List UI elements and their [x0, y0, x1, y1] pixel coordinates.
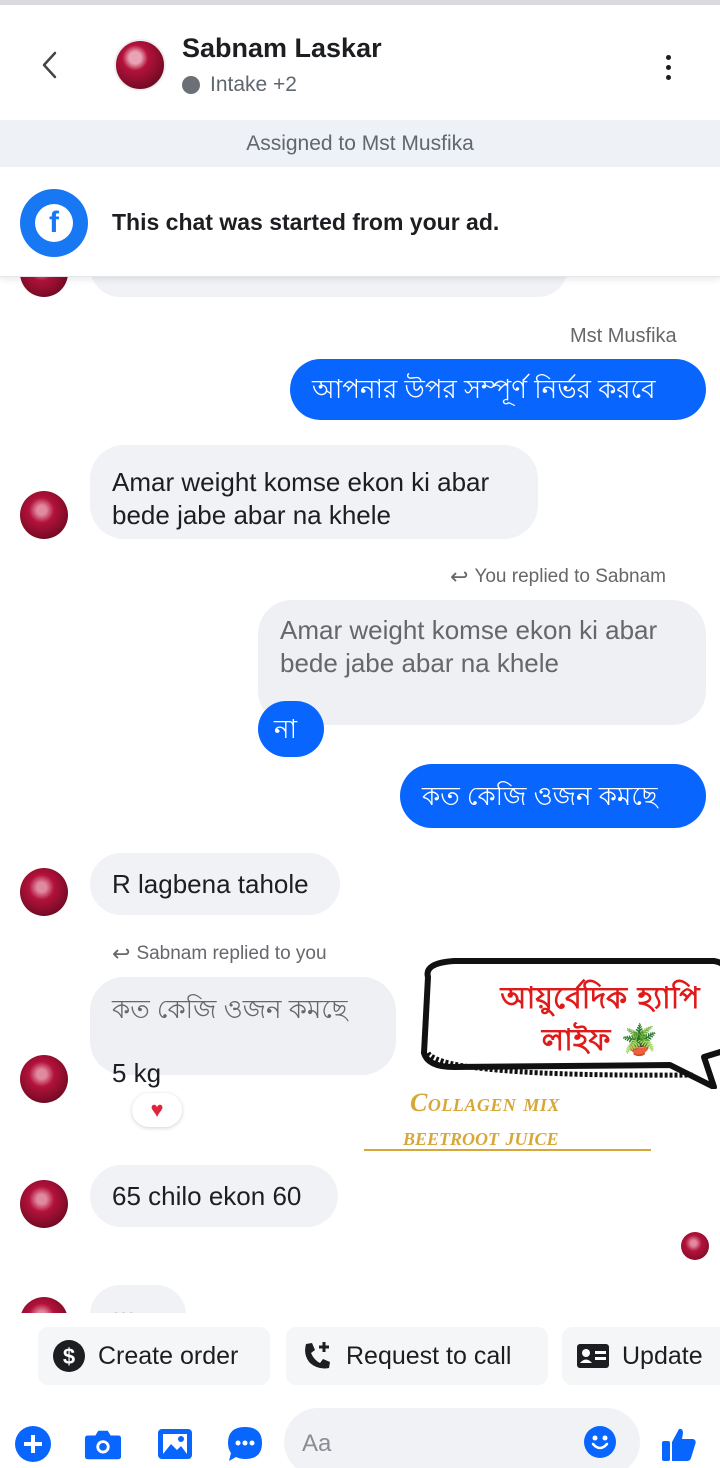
- message-list[interactable]: Mst Musfika আপনার উপর সম্পূর্ণ নির্ভর কর…: [0, 277, 720, 1313]
- message-text: 5 kg: [112, 1057, 162, 1088]
- message-bubble-incoming[interactable]: Amar weight komse ekon ki abar bede jabe…: [90, 445, 538, 539]
- create-order-label: Create order: [98, 1341, 239, 1370]
- message-text: 65 chilo ekon 60: [112, 1180, 302, 1211]
- message-bubble-incoming[interactable]: 65 chilo ekon 60: [90, 1165, 338, 1227]
- camera-button[interactable]: [84, 1425, 122, 1463]
- chevron-left-icon: [42, 51, 57, 79]
- message-composer: Aa: [0, 1393, 720, 1468]
- message-text: আপনার উপর সম্পূর্ণ নির্ভর করবে: [312, 374, 656, 404]
- request-call-button[interactable]: Request to call: [286, 1327, 548, 1385]
- emoji-icon[interactable]: [584, 1426, 616, 1458]
- message-text: না: [274, 713, 298, 744]
- reply-label: Sabnam replied to you: [136, 943, 327, 964]
- chat-bubble-icon: [228, 1427, 262, 1461]
- status-dot-icon: [182, 76, 200, 94]
- message-text: R lagbena tahole: [112, 868, 309, 899]
- reply-arrow-icon: ↩: [112, 941, 131, 966]
- ad-origin-text: This chat was started from your ad.: [112, 209, 500, 235]
- typing-dots: •••: [112, 1299, 135, 1314]
- assigned-label: Assigned to Mst Musfika: [246, 131, 474, 155]
- promo-gold-text: Collagen mix: [410, 1088, 560, 1117]
- quoted-text: Amar weight komse ekon ki abar: [280, 615, 658, 645]
- add-button[interactable]: [14, 1425, 52, 1463]
- quick-actions-bar: $ Create order Request to call Update: [0, 1313, 720, 1393]
- contact-status: Intake +2: [182, 73, 297, 97]
- like-button[interactable]: [660, 1425, 698, 1463]
- promo-underline: [364, 1149, 651, 1151]
- assigned-banner: Assigned to Mst Musfika: [0, 120, 720, 167]
- heart-reaction-icon[interactable]: ♥: [132, 1093, 182, 1127]
- message-bubble-partial[interactable]: [90, 277, 568, 297]
- chat-header: Sabnam Laskar Intake +2: [0, 5, 720, 120]
- message-bubble-outgoing[interactable]: না: [258, 701, 324, 757]
- back-button[interactable]: [34, 45, 64, 85]
- seen-avatar: [681, 1232, 709, 1260]
- message-text: কত কেজি ওজন কমছে: [422, 780, 658, 811]
- reply-indicator: ↩ You replied to Sabnam: [450, 564, 666, 590]
- quick-replies-button[interactable]: [226, 1425, 264, 1463]
- avatar: [20, 1055, 68, 1103]
- quoted-text: bede jabe abar na khele: [280, 648, 560, 678]
- dot-icon: [665, 74, 671, 80]
- phone-plus-icon: [300, 1339, 334, 1373]
- message-input[interactable]: Aa: [284, 1408, 640, 1468]
- dollar-icon: $: [52, 1339, 86, 1373]
- ad-origin-banner: f This chat was started from your ad.: [0, 167, 720, 277]
- avatar: [20, 1180, 68, 1228]
- status-label: Intake +2: [210, 73, 297, 96]
- avatar: [20, 1297, 68, 1313]
- plus-icon: [15, 1426, 51, 1462]
- contact-name[interactable]: Sabnam Laskar: [182, 33, 382, 64]
- reaction-glyph: ♥: [150, 1097, 164, 1122]
- message-text: bede jabe abar na khele: [112, 500, 392, 530]
- message-bubble-outgoing[interactable]: কত কেজি ওজন কমছে: [400, 764, 706, 828]
- svg-text:$: $: [63, 1344, 75, 1369]
- quoted-message[interactable]: Amar weight komse ekon ki abar bede jabe…: [258, 600, 706, 725]
- thumbs-up-icon: [662, 1428, 696, 1461]
- contact-card-icon: [576, 1339, 610, 1373]
- dot-icon: [665, 64, 671, 70]
- promo-gold-text: beetroot juice: [403, 1122, 559, 1151]
- facebook-icon: f: [20, 189, 88, 257]
- request-call-label: Request to call: [346, 1341, 512, 1370]
- dot-icon: [665, 54, 671, 60]
- reply-arrow-icon: ↩: [450, 564, 469, 589]
- contact-avatar[interactable]: [114, 39, 166, 91]
- camera-icon: [84, 1430, 122, 1460]
- image-icon: [158, 1429, 192, 1459]
- promo-line: আয়ুর্বেদিক হ্যাপি: [500, 981, 700, 1016]
- quoted-text: কত কেজি ওজন কমছে: [112, 994, 348, 1024]
- message-bubble-outgoing[interactable]: আপনার উপর সম্পূর্ণ নির্ভর করবে: [290, 359, 706, 420]
- message-bubble-incoming[interactable]: R lagbena tahole: [90, 853, 340, 915]
- gallery-button[interactable]: [156, 1425, 194, 1463]
- message-text: Amar weight komse ekon ki abar: [112, 467, 490, 497]
- reply-label: You replied to Sabnam: [474, 566, 666, 587]
- avatar: [20, 868, 68, 916]
- promo-line: লাইফ 🪴: [541, 1023, 659, 1058]
- sender-label: Mst Musfika: [570, 325, 677, 347]
- message-placeholder: Aa: [302, 1430, 332, 1457]
- avatar: [20, 491, 68, 539]
- promo-callout-text: আয়ুর্বেদিক হ্যাপি লাইফ 🪴: [470, 978, 720, 1062]
- avatar: [20, 277, 68, 297]
- update-label: Update: [622, 1341, 703, 1370]
- update-button[interactable]: Update: [562, 1327, 720, 1385]
- more-options-button[interactable]: [654, 49, 682, 85]
- typing-indicator: •••: [90, 1285, 186, 1313]
- create-order-button[interactable]: $ Create order: [38, 1327, 270, 1385]
- reply-indicator: ↩ Sabnam replied to you: [112, 941, 327, 967]
